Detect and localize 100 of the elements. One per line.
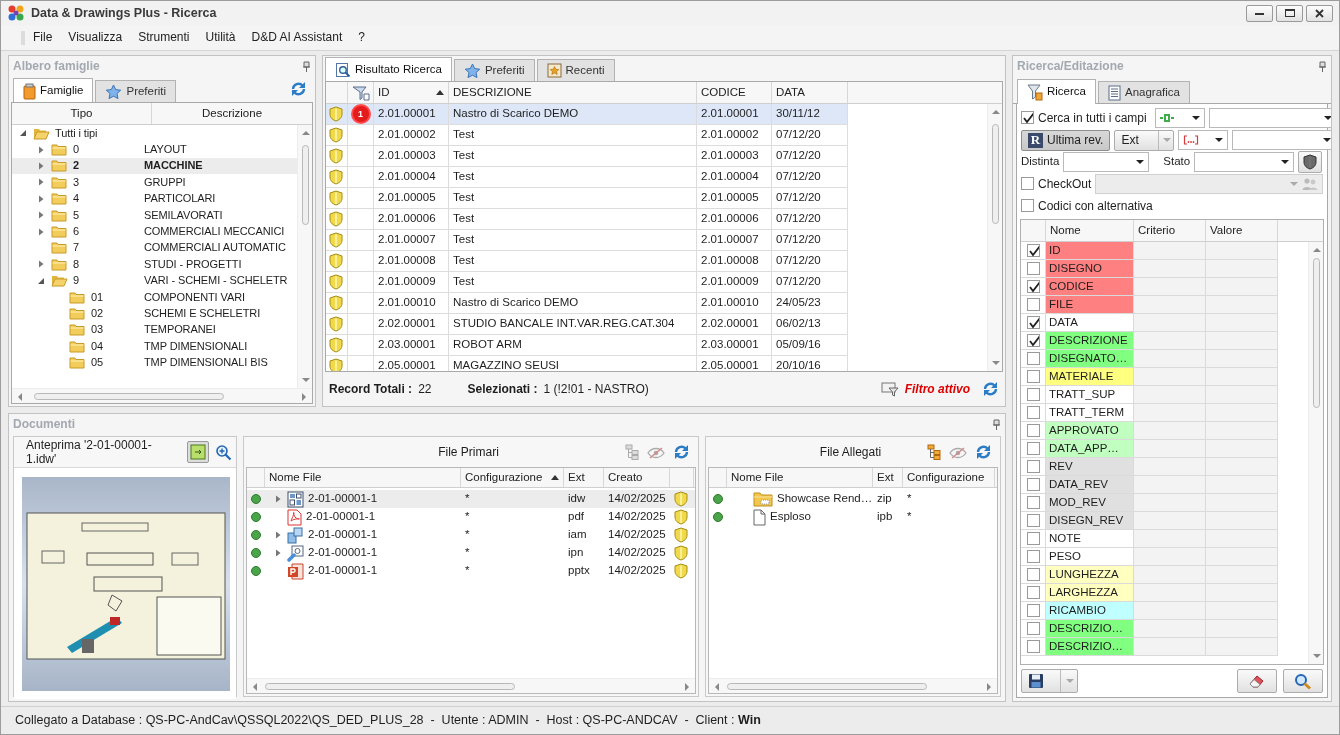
table-cell[interactable] bbox=[1134, 296, 1206, 314]
menu-item[interactable]: D&D AI Assistant bbox=[243, 28, 351, 47]
table-row[interactable]: 2.03.00001 ROBOT ARM 2.03.00001 05/09/16 bbox=[326, 335, 987, 356]
tree-item[interactable]: 5 SEMILAVORATI bbox=[12, 206, 297, 224]
column-header[interactable]: DATA bbox=[772, 82, 848, 103]
refresh-icon[interactable] bbox=[673, 444, 690, 460]
checkbox[interactable] bbox=[1026, 496, 1040, 509]
refresh-icon[interactable] bbox=[290, 81, 307, 97]
dropdown[interactable] bbox=[1178, 130, 1229, 150]
tree-item[interactable]: 8 STUDI - PROGETTI bbox=[12, 256, 297, 273]
column-header[interactable]: CODICE bbox=[697, 82, 772, 103]
fit-page-button[interactable] bbox=[187, 441, 209, 463]
checkbox[interactable] bbox=[1026, 262, 1040, 275]
table-row[interactable]: 2.01.00008 Test 2.01.00008 07/12/20 bbox=[326, 251, 987, 272]
table-row[interactable]: 2.01.00007 Test 2.01.00007 07/12/20 bbox=[326, 230, 987, 251]
checkbox[interactable] bbox=[1026, 388, 1040, 401]
tree-item[interactable]: 9 VARI - SCHEMI - SCHELETR bbox=[12, 272, 297, 289]
column-header[interactable]: Ext bbox=[564, 468, 604, 487]
dropdown[interactable] bbox=[1208, 108, 1331, 128]
table-row[interactable]: 2.05.00001 MAGAZZINO SEUSI 2.05.00001 20/10/16 bbox=[326, 356, 987, 371]
tree-item[interactable]: 3 GRUPPI bbox=[12, 174, 297, 191]
column-header[interactable]: Tipo bbox=[12, 103, 152, 124]
table-cell[interactable] bbox=[1134, 584, 1206, 602]
dropdown[interactable] bbox=[1154, 108, 1205, 128]
tree-item[interactable]: 6 COMMERCIALI MECCANICI bbox=[12, 223, 297, 240]
tab[interactable]: Preferiti bbox=[95, 80, 177, 102]
table-cell[interactable] bbox=[1134, 368, 1206, 386]
table-cell[interactable] bbox=[1206, 512, 1278, 530]
table-cell[interactable] bbox=[1134, 440, 1206, 458]
column-header[interactable]: Valore bbox=[1206, 220, 1278, 241]
column-header[interactable]: DESCRIZIONE bbox=[449, 82, 697, 103]
table-cell[interactable] bbox=[1206, 584, 1278, 602]
hidden-eye-icon[interactable] bbox=[647, 445, 665, 459]
table-cell[interactable] bbox=[1206, 638, 1278, 656]
checkbox[interactable] bbox=[1026, 550, 1040, 563]
column-header[interactable]: ID bbox=[374, 82, 449, 103]
table-cell[interactable] bbox=[1206, 386, 1278, 404]
tab[interactable]: Recenti bbox=[536, 59, 615, 81]
checkbox[interactable] bbox=[1026, 532, 1040, 545]
column-header[interactable]: Creato bbox=[604, 468, 670, 487]
checkbox[interactable] bbox=[1026, 370, 1040, 383]
table-cell[interactable] bbox=[1206, 566, 1278, 584]
table-cell[interactable] bbox=[1206, 404, 1278, 422]
table-cell[interactable] bbox=[1134, 278, 1206, 296]
table-cell[interactable] bbox=[1206, 422, 1278, 440]
menu-item[interactable]: Visualizza bbox=[60, 28, 131, 47]
file-row[interactable]: Esploso ipb * bbox=[709, 508, 997, 526]
table-cell[interactable] bbox=[1206, 494, 1278, 512]
table-cell[interactable] bbox=[1206, 548, 1278, 566]
table-cell[interactable] bbox=[1134, 548, 1206, 566]
table-cell[interactable] bbox=[1134, 242, 1206, 260]
file-row[interactable]: Showcase Rend… zip * bbox=[709, 490, 997, 508]
caret-icon[interactable] bbox=[274, 531, 282, 539]
table-row[interactable]: 2.01.00004 Test 2.01.00004 07/12/20 bbox=[326, 167, 987, 188]
table-cell[interactable] bbox=[1206, 458, 1278, 476]
table-cell[interactable] bbox=[1206, 530, 1278, 548]
table-cell[interactable] bbox=[1134, 494, 1206, 512]
table-cell[interactable] bbox=[1134, 476, 1206, 494]
column-header[interactable]: Nome bbox=[1046, 220, 1134, 241]
column-header[interactable]: Configurazione bbox=[903, 468, 995, 487]
checkbox[interactable] bbox=[1026, 442, 1040, 455]
table-cell[interactable] bbox=[1206, 476, 1278, 494]
table-cell[interactable] bbox=[1134, 566, 1206, 584]
tree-item[interactable]: 05 TMP DIMENSIONALI BIS bbox=[12, 354, 297, 371]
checkbox[interactable] bbox=[1021, 111, 1034, 125]
menu-item[interactable]: Strumenti bbox=[130, 28, 198, 47]
table-cell[interactable] bbox=[1134, 422, 1206, 440]
checkbox[interactable] bbox=[1026, 514, 1040, 527]
save-button[interactable] bbox=[1021, 669, 1078, 693]
tree-item[interactable]: 04 TMP DIMENSIONALI bbox=[12, 338, 297, 355]
table-cell[interactable] bbox=[1206, 332, 1278, 350]
shield-button[interactable] bbox=[1298, 151, 1323, 173]
table-row[interactable]: 2.01.00003 Test 2.01.00003 07/12/20 bbox=[326, 146, 987, 167]
table-cell[interactable] bbox=[1206, 350, 1278, 368]
tree-item[interactable]: 0 LAYOUT bbox=[12, 141, 297, 158]
refresh-icon[interactable] bbox=[975, 444, 992, 460]
users-icon[interactable] bbox=[1302, 177, 1318, 191]
table-row[interactable]: 2.02.00001 STUDIO BANCALE INT.VAR.REG.CAT.304 2.02.00001 06/02/13 bbox=[326, 314, 987, 335]
table-row[interactable]: 2.01.00005 Test 2.01.00005 07/12/20 bbox=[326, 188, 987, 209]
table-cell[interactable] bbox=[1134, 602, 1206, 620]
tree-item[interactable]: 2 MACCHINE bbox=[12, 157, 297, 175]
table-cell[interactable] bbox=[1134, 386, 1206, 404]
checkbox[interactable] bbox=[1026, 280, 1040, 293]
checkbox[interactable] bbox=[1026, 604, 1040, 617]
table-cell[interactable] bbox=[1206, 602, 1278, 620]
checkbox[interactable] bbox=[1026, 460, 1040, 473]
file-row[interactable]: 2-01-00001-1 * ipn 14/02/2025 bbox=[247, 544, 695, 562]
dropdown[interactable] bbox=[1063, 152, 1150, 172]
ext-button[interactable]: Ext bbox=[1114, 129, 1175, 151]
caret-icon[interactable] bbox=[37, 161, 45, 170]
table-cell[interactable] bbox=[1134, 458, 1206, 476]
caret-icon[interactable] bbox=[37, 178, 45, 187]
caret-icon[interactable] bbox=[37, 211, 45, 220]
column-header[interactable]: Nome File bbox=[727, 468, 873, 487]
tab[interactable]: Ricerca bbox=[1017, 79, 1096, 104]
maximize-button[interactable] bbox=[1276, 4, 1303, 22]
latest-revision-button[interactable]: R Ultima rev. bbox=[1021, 129, 1111, 151]
table-row[interactable]: 2.01.00010 Nastro di Scarico DEMO 2.01.00010 24/05/23 bbox=[326, 293, 987, 314]
column-header[interactable]: Ext bbox=[873, 468, 903, 487]
table-cell[interactable] bbox=[1134, 260, 1206, 278]
